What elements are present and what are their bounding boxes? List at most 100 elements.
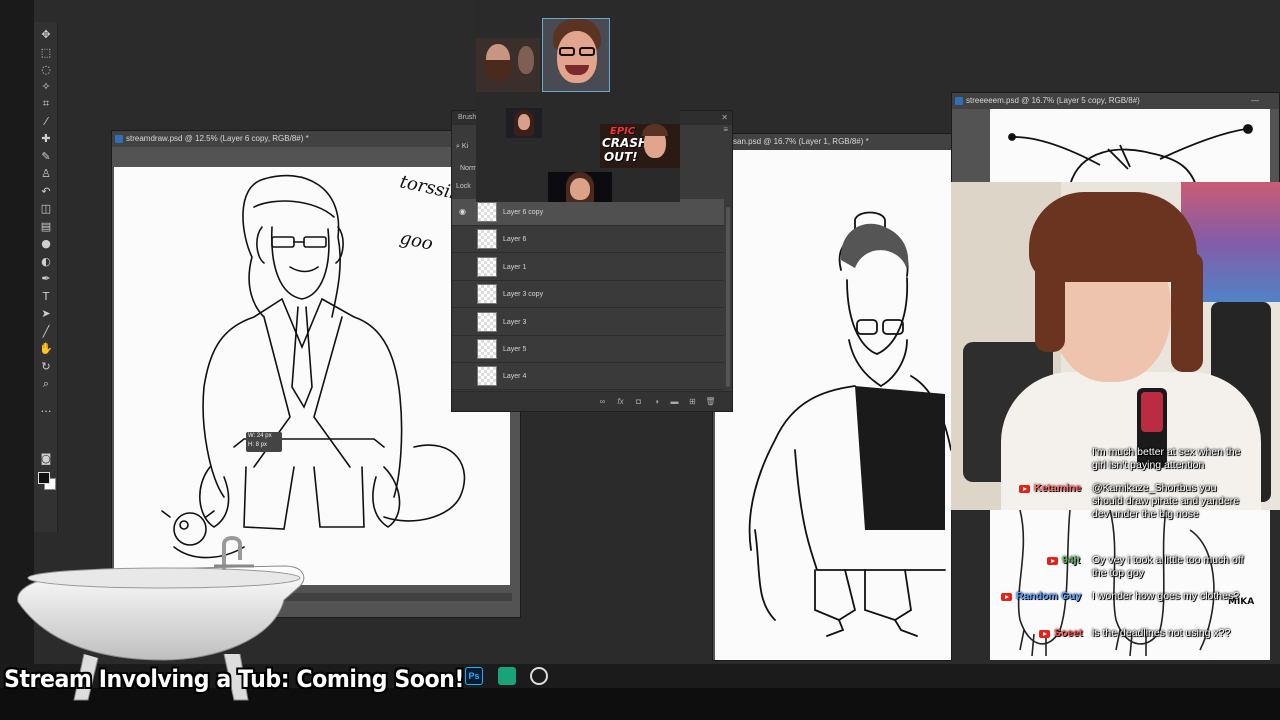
tools-toolbar: ✥ ⬚ ◌ ✧ ⌗ ⁄ ✚ ✎ ♙ ↶ ◫ ▤ ● ◐ ✒ T ➤ ╱ ✋ ↻ … (34, 22, 58, 532)
visibility-eye-icon[interactable] (459, 372, 469, 380)
layer-thumbnail (477, 366, 497, 387)
dodge-tool-icon[interactable]: ◐ (39, 255, 53, 269)
visibility-eye-icon[interactable] (459, 290, 469, 298)
gradient-tool-icon[interactable]: ▤ (39, 220, 53, 234)
layer-name: Layer 4 (503, 373, 527, 381)
stream-banner: Stream Involving a Tub: Coming Soon! (4, 665, 465, 693)
obs-taskbar-icon[interactable] (530, 667, 548, 685)
type-tool-icon[interactable]: T (39, 290, 53, 304)
new-layer-icon[interactable]: ⊞ (687, 396, 698, 407)
minimize-icon[interactable]: — (1251, 97, 1259, 105)
photoshop-taskbar-icon[interactable]: Ps (465, 667, 483, 685)
folder-icon[interactable]: ▬ (669, 396, 680, 407)
layer-row[interactable]: ◉ Layer 6 copy (452, 199, 724, 226)
lasso-tool-icon[interactable]: ◌ (39, 63, 53, 77)
chat-username[interactable]: Soeet (1054, 627, 1083, 640)
youtube-icon (1047, 557, 1058, 565)
visibility-eye-icon[interactable]: ◉ (459, 208, 469, 216)
visibility-eye-icon[interactable] (459, 345, 469, 353)
rotate-view-icon[interactable]: ↻ (39, 360, 53, 374)
drawing-canvas-2[interactable] (715, 150, 951, 660)
blend-mode-select[interactable]: Norm (460, 165, 477, 172)
marquee-tool-icon[interactable]: ⬚ (39, 46, 53, 60)
hand-tool-icon[interactable]: ✋ (39, 342, 53, 356)
document-tab-san[interactable]: san.psd @ 16.7% (Layer 1, RGB/8#) * (713, 134, 951, 150)
youtube-icon (1039, 630, 1050, 638)
layer-thumbnail (477, 229, 497, 250)
overlay-cam-small-woman (506, 108, 542, 138)
line-tool-icon[interactable]: ╱ (39, 325, 53, 339)
app-taskbar-icon[interactable] (498, 667, 516, 685)
quick-mask-icon[interactable]: ◙ (39, 452, 53, 466)
blend-mode-label: Norm (460, 165, 478, 172)
overlay-thumbnail-epic: EPIC CRASH OUT! (600, 124, 680, 168)
healing-tool-icon[interactable]: ✚ (39, 132, 53, 146)
layer-row[interactable]: Layer 3 copy (452, 281, 724, 309)
youtube-icon (1019, 485, 1030, 493)
move-tool-icon[interactable]: ✥ (39, 28, 53, 42)
layer-row[interactable]: Layer 6 (452, 226, 724, 254)
lock-label: Lock (456, 183, 471, 190)
sketch-handwriting-2: goo (398, 227, 435, 254)
chat-message: Oy vey i took a little too much off the … (1092, 554, 1244, 579)
visibility-eye-icon[interactable] (459, 263, 469, 271)
visibility-eye-icon[interactable] (459, 235, 469, 243)
measurement-tooltip: W: 24 px H: 8 px (246, 432, 282, 452)
crop-tool-icon[interactable]: ⌗ (39, 97, 53, 111)
magic-wand-icon[interactable]: ✧ (39, 80, 53, 94)
layer-name: Layer 6 (503, 236, 527, 244)
mask-icon[interactable]: ◘ (633, 396, 644, 407)
blur-tool-icon[interactable]: ● (39, 237, 53, 251)
layer-row[interactable]: Layer 1 (452, 254, 724, 281)
document-title: streeeeem.psd @ 16.7% (Layer 5 copy, RGB… (966, 96, 1140, 105)
foreground-color-swatch[interactable] (38, 472, 50, 484)
link-icon[interactable]: ∞ (597, 396, 608, 407)
drawing-canvas-3[interactable] (990, 109, 1270, 185)
layer-row[interactable]: Layer 3 (452, 309, 724, 336)
trash-icon[interactable]: 🗑 (705, 396, 716, 407)
zoom-tool-icon[interactable]: ⌕ (39, 377, 53, 391)
chat-username[interactable]: 94jt (1062, 554, 1080, 567)
layer-thumbnail (477, 339, 497, 359)
sketch-antenna-creature (1008, 124, 1253, 185)
path-selection-icon[interactable]: ➤ (39, 307, 53, 321)
overlay-cam-bearded-man (476, 38, 540, 92)
panel-tab-brush[interactable]: Brush (458, 114, 476, 121)
layer-name: Layer 6 copy (503, 209, 544, 216)
sketch-jacket-man (748, 211, 951, 637)
chat-username[interactable]: Ketamine (1034, 482, 1081, 495)
history-brush-icon[interactable]: ↶ (39, 185, 53, 199)
clone-stamp-icon[interactable]: ♙ (39, 167, 53, 181)
visibility-eye-icon[interactable] (459, 318, 469, 326)
layer-name: Layer 3 (503, 318, 527, 326)
document-tab-streeeeem[interactable]: streeeeem.psd @ 16.7% (Layer 5 copy, RGB… (952, 93, 1279, 109)
chat-username[interactable]: Random Guy (1016, 590, 1081, 603)
brush-tool-icon[interactable]: ✎ (39, 150, 53, 164)
panel-close-icon[interactable]: ✕ (721, 113, 728, 122)
measure-width: W: 24 px (248, 433, 272, 439)
chat-message: is the deadlines not using x?? (1092, 627, 1231, 639)
more-tools-icon[interactable]: … (39, 402, 53, 416)
layer-row[interactable]: Layer 4 (452, 363, 724, 391)
layer-search[interactable]: ⌕ Ki (456, 143, 468, 151)
document-title: streamdraw.psd @ 12.5% (Layer 6 copy, RG… (126, 134, 309, 143)
chat-message: I wonder how goes my clothes? (1092, 590, 1240, 602)
layer-row[interactable]: Layer 5 (452, 336, 724, 363)
eraser-tool-icon[interactable]: ◫ (39, 202, 53, 216)
chat-message: I'm much better at sex when the girl isn… (1092, 446, 1241, 471)
document-window-san[interactable]: san.psd @ 16.7% (Layer 1, RGB/8#) * (712, 133, 952, 661)
youtube-icon (1001, 593, 1012, 601)
panel-menu-icon[interactable]: ≡ (723, 125, 728, 134)
layer-name: Layer 5 (503, 346, 527, 353)
document-window-streeeeem[interactable]: streeeeem.psd @ 16.7% (Layer 5 copy, RGB… (951, 92, 1280, 185)
layers-scrollbar[interactable] (726, 207, 730, 387)
layer-name: Layer 1 (503, 263, 527, 271)
layers-panel-footer: ∞ fx ◘ ◑ ▬ ⊞ 🗑 (452, 391, 732, 411)
eyedropper-tool-icon[interactable]: ⁄ (39, 115, 53, 129)
fx-icon[interactable]: fx (615, 396, 626, 407)
overlay-cam-glasses-man (542, 18, 610, 92)
pen-tool-icon[interactable]: ✒ (39, 272, 53, 286)
overlay-cam-bottom (548, 172, 612, 202)
adjustment-icon[interactable]: ◑ (651, 396, 662, 407)
layer-name: Layer 3 copy (503, 291, 544, 299)
